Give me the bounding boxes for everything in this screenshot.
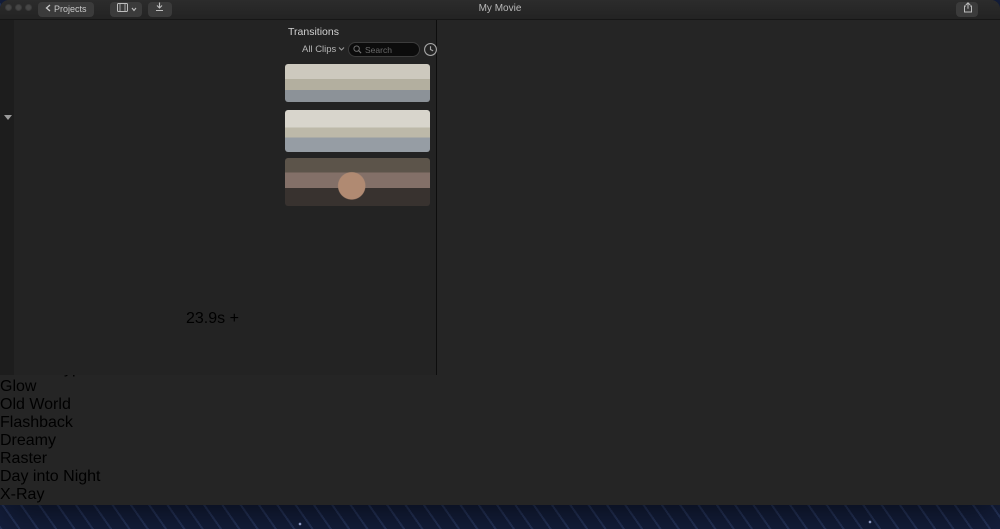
browser-clip-office-1[interactable] [285, 158, 430, 206]
filter-label: Day into Night [0, 468, 1000, 486]
filter-option-old-world[interactable]: Old World [0, 396, 1000, 414]
browser-clip-360-3[interactable] [295, 264, 389, 304]
filmstrip-icon [117, 2, 128, 17]
clip-duration-badge: 23.9s [186, 310, 225, 327]
browser-clip-office-2[interactable] [285, 214, 430, 260]
chevron-down-icon [131, 2, 137, 17]
search-icon [353, 41, 362, 59]
filter-label: Raster [0, 450, 1000, 468]
media-browser-panel: Transitions All Clips 23.9s + [0, 20, 437, 375]
sidebar-sliver [0, 20, 14, 375]
imovie-window: My Movie Projects Transitions Al [0, 0, 1000, 505]
clip-duration-icon[interactable] [423, 42, 438, 62]
filter-option-raster[interactable]: Raster [0, 450, 1000, 468]
browser-clip-360-2[interactable] [197, 264, 291, 304]
filter-option-x-ray[interactable]: X-Ray [0, 486, 1000, 504]
filter-option-negative[interactable]: Negative [0, 504, 1000, 505]
import-arrow-icon [155, 2, 164, 17]
browser-clip-360-1[interactable] [99, 264, 193, 304]
filter-option-flashback[interactable]: Flashback [0, 414, 1000, 432]
clips-filter-label: All Clips [302, 44, 336, 55]
filter-label: Negative [0, 504, 1000, 505]
browser-clip-park-1[interactable] [285, 64, 430, 102]
filter-label: X-Ray [0, 486, 1000, 504]
filter-label: Old World [0, 396, 1000, 414]
filter-option-dreamy[interactable]: Dreamy [0, 432, 1000, 450]
projects-back-button[interactable]: Projects [38, 2, 94, 17]
tab-transitions[interactable]: Transitions [288, 26, 339, 38]
search-input[interactable] [365, 45, 417, 55]
browser-clip-snow[interactable] [100, 312, 182, 360]
media-browser-button[interactable] [110, 2, 142, 17]
browser-clip-park-2[interactable] [285, 110, 430, 152]
add-to-timeline-button[interactable]: + [230, 310, 239, 327]
chevron-down-icon [338, 44, 345, 55]
projects-label: Projects [54, 2, 87, 17]
share-icon [963, 2, 973, 18]
filter-label: Dreamy [0, 432, 1000, 450]
filter-label: Glow [0, 378, 1000, 396]
title-bar: My Movie Projects [0, 0, 1000, 20]
clips-filter-dropdown[interactable]: All Clips [302, 44, 345, 55]
filter-label: Flashback [0, 414, 1000, 432]
filter-option-day-into-night[interactable]: Day into Night [0, 468, 1000, 486]
import-button[interactable] [148, 2, 172, 17]
search-field[interactable] [348, 42, 420, 57]
share-button[interactable] [956, 2, 978, 17]
chevron-left-icon [45, 2, 51, 17]
disclosure-triangle-icon[interactable] [4, 115, 12, 120]
browser-clip-selected[interactable]: 23.9s + [186, 310, 279, 362]
filter-option-glow[interactable]: Glow [0, 378, 1000, 396]
